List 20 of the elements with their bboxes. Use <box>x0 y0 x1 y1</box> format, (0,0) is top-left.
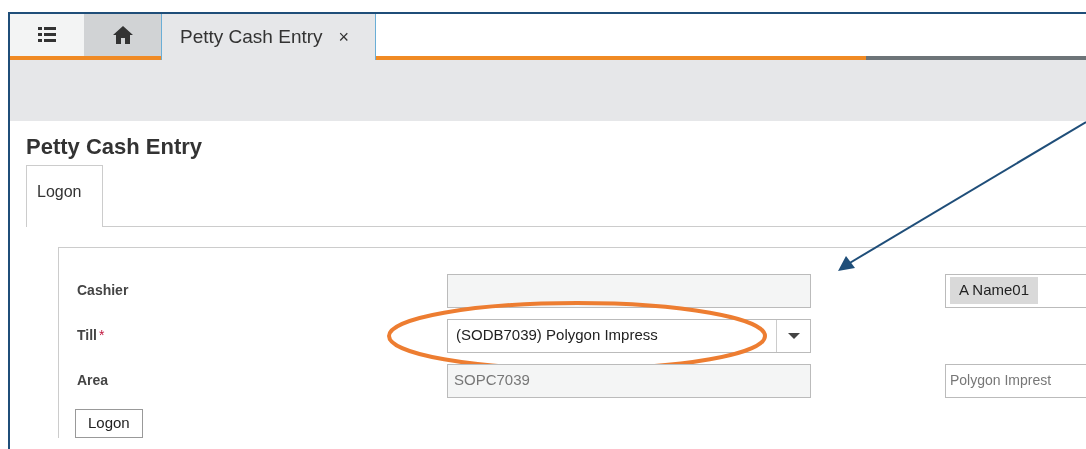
input-field[interactable] <box>447 273 811 308</box>
required-mark: * <box>98 326 105 345</box>
field-label: Cashier <box>77 281 129 300</box>
field-label: Area <box>77 371 109 390</box>
input-field[interactable]: SOPC7039 <box>447 363 811 398</box>
page-tab[interactable]: Petty Cash Entry × <box>161 14 376 60</box>
input-field[interactable]: A Name01 <box>945 273 1086 308</box>
caret-icon <box>787 332 800 339</box>
close-icon[interactable]: × <box>338 23 350 51</box>
list-icon <box>38 27 56 43</box>
section-tab[interactable]: Logon <box>26 165 103 227</box>
home-icon <box>112 26 133 44</box>
field-label: Till <box>77 326 97 345</box>
home-button[interactable] <box>84 14 161 60</box>
page-title: Petty Cash Entry <box>26 133 204 161</box>
logon-button[interactable]: Logon <box>75 409 143 438</box>
input-field[interactable]: Polygon Imprest <box>945 363 1086 398</box>
name-chip: A Name01 <box>950 277 1039 304</box>
menu-button[interactable] <box>10 14 84 60</box>
till-select[interactable]: (SODB7039) Polygon Impress <box>447 318 811 353</box>
